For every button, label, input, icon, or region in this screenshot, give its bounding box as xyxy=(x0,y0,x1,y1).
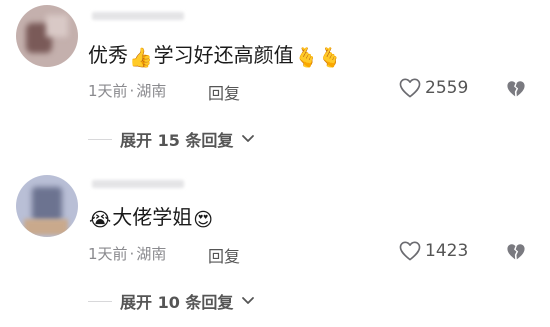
expand-replies-label: 展开 15 条回复 xyxy=(120,131,234,150)
broken-heart-icon[interactable] xyxy=(506,80,526,102)
comment-time: 1天前 xyxy=(88,82,128,100)
thumbs-up-emoji: 👍 xyxy=(129,47,153,69)
heart-eyes-emoji: 😍 xyxy=(193,209,214,231)
reply-button[interactable]: 回复 xyxy=(208,243,240,267)
comment-location: 湖南 xyxy=(136,245,167,263)
comment-time: 1天前 xyxy=(88,245,128,263)
chevron-down-icon xyxy=(241,134,255,144)
expand-replies-label: 展开 10 条回复 xyxy=(120,293,234,312)
comment-meta: 1天前 · 湖南 xyxy=(88,243,166,264)
heart-icon xyxy=(399,78,421,98)
expand-replies[interactable]: 展开 10 条回复 xyxy=(88,289,255,313)
comment-text-part: 优秀 xyxy=(88,43,128,67)
avatar[interactable] xyxy=(16,175,78,237)
like-button[interactable]: 1423 xyxy=(399,241,468,261)
comment-location: 湖南 xyxy=(136,82,167,100)
finger-heart-emoji: 🫰🫰 xyxy=(294,47,342,69)
crying-face-emoji: 😭 xyxy=(89,209,112,231)
comment-text-part: 大佬学姐 xyxy=(112,205,193,229)
username-blurred[interactable] xyxy=(92,12,184,20)
meta-separator: · xyxy=(129,245,135,263)
divider xyxy=(88,300,112,302)
meta-separator: · xyxy=(129,82,135,100)
comment-text: 优秀👍学习好还高颜值🫰🫰 xyxy=(88,42,343,71)
heart-icon xyxy=(399,241,421,261)
like-count: 1423 xyxy=(425,241,469,261)
chevron-down-icon xyxy=(241,296,255,306)
comment-text-part: 学习好还高颜值 xyxy=(153,43,294,67)
reply-button[interactable]: 回复 xyxy=(208,80,240,104)
username-blurred[interactable] xyxy=(92,180,184,188)
expand-replies[interactable]: 展开 15 条回复 xyxy=(88,127,255,151)
avatar[interactable] xyxy=(16,5,78,67)
like-button[interactable]: 2559 xyxy=(399,78,468,98)
broken-heart-icon[interactable] xyxy=(506,243,526,265)
divider xyxy=(88,138,112,140)
comment-text: 😭大佬学姐😍 xyxy=(88,204,214,233)
like-count: 2559 xyxy=(425,78,469,98)
comment-meta: 1天前 · 湖南 xyxy=(88,80,166,101)
